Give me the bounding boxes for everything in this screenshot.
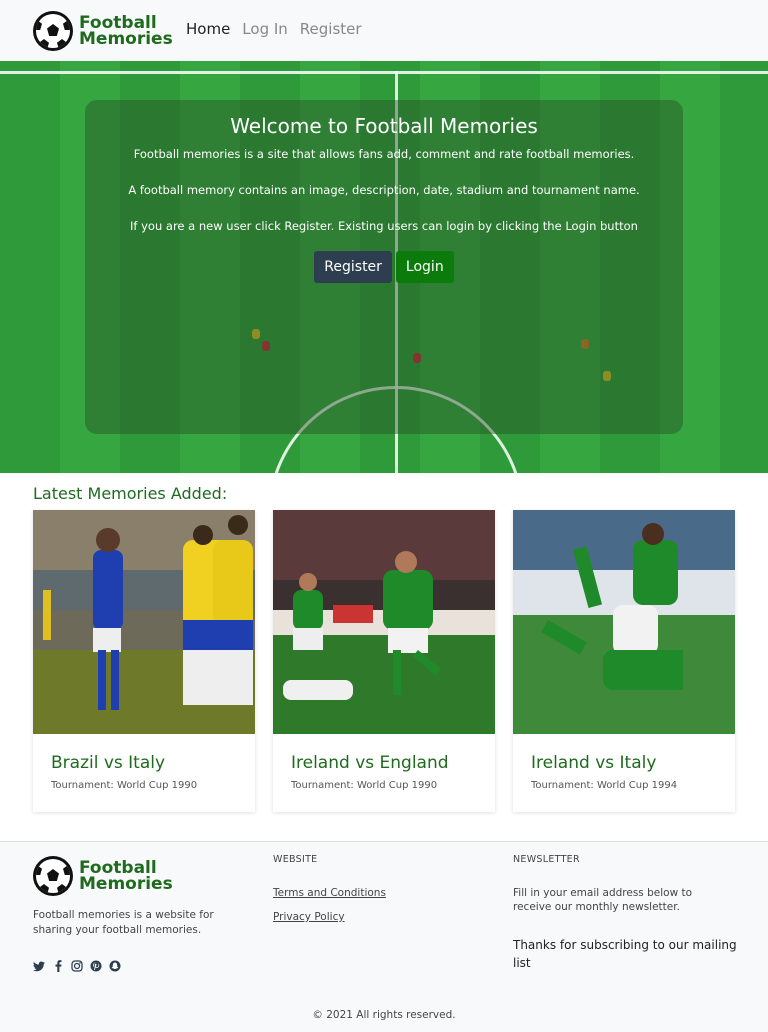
- nav-links: Home Log In Register: [186, 20, 362, 38]
- twitter-icon[interactable]: [33, 960, 45, 972]
- pitch-line: [0, 71, 768, 74]
- memory-tournament: Tournament: World Cup 1990: [51, 780, 198, 791]
- memory-card[interactable]: Brazil vs Italy Tournament: World Cup 19…: [33, 510, 255, 812]
- footer: Football Memories Football memories is a…: [0, 841, 768, 1032]
- register-button[interactable]: Register: [314, 251, 392, 283]
- logo-text: Football Memories: [79, 15, 173, 49]
- instagram-icon[interactable]: [71, 960, 83, 972]
- welcome-text-2: A football memory contains an image, des…: [128, 183, 640, 197]
- social-links: [33, 960, 121, 972]
- login-button[interactable]: Login: [395, 251, 454, 283]
- nav-link-login[interactable]: Log In: [242, 20, 288, 38]
- welcome-text-1: Football memories is a site that allows …: [133, 147, 635, 161]
- nav-link-home[interactable]: Home: [186, 20, 230, 38]
- footer-logo[interactable]: Football Memories: [33, 856, 173, 896]
- hero-banner: Welcome to Football Memories Football me…: [0, 61, 768, 473]
- memory-tournament: Tournament: World Cup 1994: [531, 780, 678, 791]
- memory-title[interactable]: Brazil vs Italy: [51, 753, 165, 773]
- memory-title[interactable]: Ireland vs Italy: [531, 753, 656, 773]
- facebook-icon[interactable]: [52, 960, 64, 972]
- copyright: © 2021 All rights reserved.: [312, 1009, 456, 1021]
- footer-logo-text: Football Memories: [79, 860, 173, 894]
- nav-link-register[interactable]: Register: [300, 20, 362, 38]
- newsletter-thanks: Thanks for subscribing to our mailing li…: [513, 938, 737, 970]
- logo-line2: Memories: [79, 29, 173, 49]
- memory-card[interactable]: Ireland vs Italy Tournament: World Cup 1…: [513, 510, 735, 812]
- football-icon: [33, 856, 73, 896]
- navbar: Football Memories Home Log In Register: [0, 0, 768, 61]
- memory-image: [273, 510, 495, 734]
- pinterest-icon[interactable]: [90, 960, 102, 972]
- newsletter-heading: NEWSLETTER: [513, 854, 580, 865]
- snapchat-icon[interactable]: [109, 960, 121, 972]
- site-logo[interactable]: Football Memories: [33, 11, 173, 51]
- football-icon: [33, 11, 73, 51]
- latest-memories-heading: Latest Memories Added:: [33, 484, 228, 503]
- hero-buttons: Register Login: [85, 251, 683, 283]
- footer-logo-line2: Memories: [79, 874, 173, 894]
- welcome-text-3: If you are a new user click Register. Ex…: [130, 219, 638, 233]
- memory-image: [33, 510, 255, 734]
- welcome-panel: Welcome to Football Memories Football me…: [85, 100, 683, 434]
- website-heading: WEBSITE: [273, 854, 318, 865]
- memory-image: [513, 510, 735, 734]
- memory-card[interactable]: Ireland vs England Tournament: World Cup…: [273, 510, 495, 812]
- memory-title[interactable]: Ireland vs England: [291, 753, 449, 773]
- memory-tournament: Tournament: World Cup 1990: [291, 780, 438, 791]
- terms-link[interactable]: Terms and Conditions: [273, 887, 386, 899]
- privacy-link[interactable]: Privacy Policy: [273, 911, 345, 923]
- welcome-title: Welcome to Football Memories: [230, 114, 538, 138]
- footer-description: Football memories is a website for shari…: [33, 909, 214, 936]
- newsletter-text: Fill in your email address below to rece…: [513, 887, 693, 913]
